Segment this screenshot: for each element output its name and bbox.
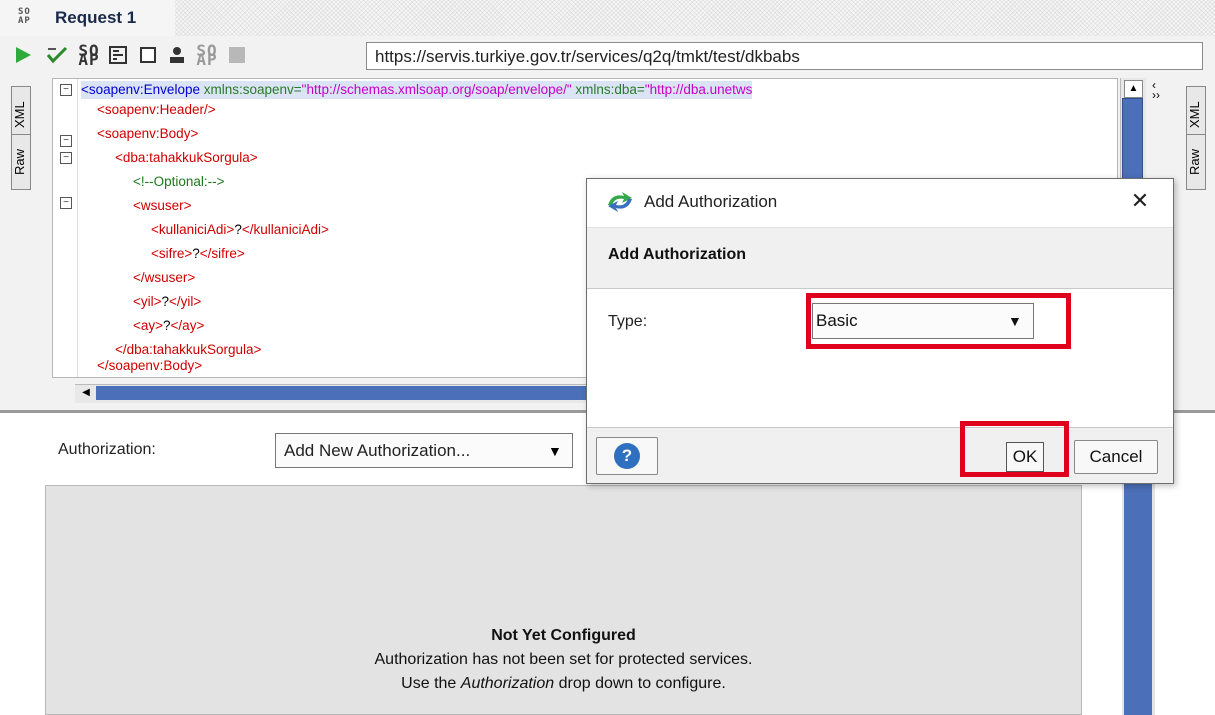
- app-icon: [606, 191, 634, 218]
- type-label: Type:: [608, 313, 648, 330]
- auth-vertical-scroll-thumb[interactable]: [1124, 460, 1152, 715]
- help-icon: ?: [614, 443, 640, 469]
- xml-line: </wsuser>: [133, 270, 196, 285]
- response-tab-raw[interactable]: Raw: [1186, 134, 1206, 190]
- cancel-button[interactable]: Cancel: [1074, 440, 1158, 474]
- fold-toggle-icon[interactable]: −: [60, 197, 72, 209]
- collapse-icon[interactable]: ‹ ››: [1152, 79, 1160, 101]
- gutter-divider: [77, 79, 78, 377]
- dialog-title: Add Authorization: [644, 192, 778, 211]
- soap-logo-icon: SO AP: [18, 7, 31, 26]
- validate-icon[interactable]: [46, 44, 68, 66]
- authorization-dropdown[interactable]: Add New Authorization...: [275, 433, 573, 468]
- scroll-left-icon[interactable]: ◀: [78, 386, 94, 400]
- xml-line: <sifre>?</sifre>: [151, 246, 245, 261]
- window-title: Request 1: [55, 8, 137, 27]
- empty-state-title: Not Yet Configured: [491, 627, 636, 644]
- xml-line: <soapenv:Body>: [97, 126, 199, 141]
- authorization-label: Authorization:: [58, 441, 156, 458]
- fold-toggle-icon[interactable]: −: [60, 152, 72, 164]
- xml-line: <ay>?</ay>: [133, 318, 205, 333]
- xml-line: </soapenv:Body>: [97, 358, 203, 373]
- xml-line: <!--Optional:-->: [133, 174, 225, 189]
- close-icon[interactable]: ✕: [1125, 186, 1155, 216]
- run-icon[interactable]: [12, 44, 34, 66]
- chevron-down-icon: ▼: [548, 443, 562, 459]
- soap-icon[interactable]: SO AP: [196, 43, 218, 68]
- endpoint-url-field[interactable]: https://servis.turkiye.gov.tr/services/q…: [366, 42, 1203, 70]
- dialog-heading: Add Authorization: [608, 246, 747, 263]
- empty-state-hint: Use the Authorization drop down to confi…: [401, 675, 726, 692]
- xml-line: <soapenv:Header/>: [97, 102, 216, 117]
- fold-toggle-icon[interactable]: −: [60, 84, 72, 96]
- authorization-dropdown-value: Add New Authorization...: [284, 441, 471, 460]
- tab-raw[interactable]: Raw: [11, 134, 31, 190]
- stop-icon[interactable]: [226, 44, 248, 66]
- xml-line: <wsuser>: [133, 198, 192, 213]
- user-icon[interactable]: [166, 44, 188, 66]
- xml-line: <dba:tahakkukSorgula>: [115, 150, 258, 165]
- format-icon[interactable]: [107, 44, 129, 66]
- soap-icon[interactable]: SO AP: [78, 43, 100, 68]
- title-bar: [0, 0, 1215, 36]
- scroll-up-icon[interactable]: ▲: [1124, 80, 1143, 98]
- checkbox-icon[interactable]: [137, 44, 159, 66]
- xml-line: <soapenv:Envelope xmlns:soapenv="http://…: [81, 81, 753, 99]
- fold-toggle-icon[interactable]: −: [60, 135, 72, 147]
- xml-line: <yil>?</yil>: [133, 294, 202, 309]
- xml-line: <kullaniciAdi>?</kullaniciAdi>: [151, 222, 329, 237]
- highlight-box: [806, 293, 1071, 349]
- empty-state-message: Authorization has not been set for prote…: [374, 651, 753, 668]
- editor-horizontal-scroll-thumb[interactable]: [96, 386, 596, 400]
- highlight-box: [960, 421, 1069, 477]
